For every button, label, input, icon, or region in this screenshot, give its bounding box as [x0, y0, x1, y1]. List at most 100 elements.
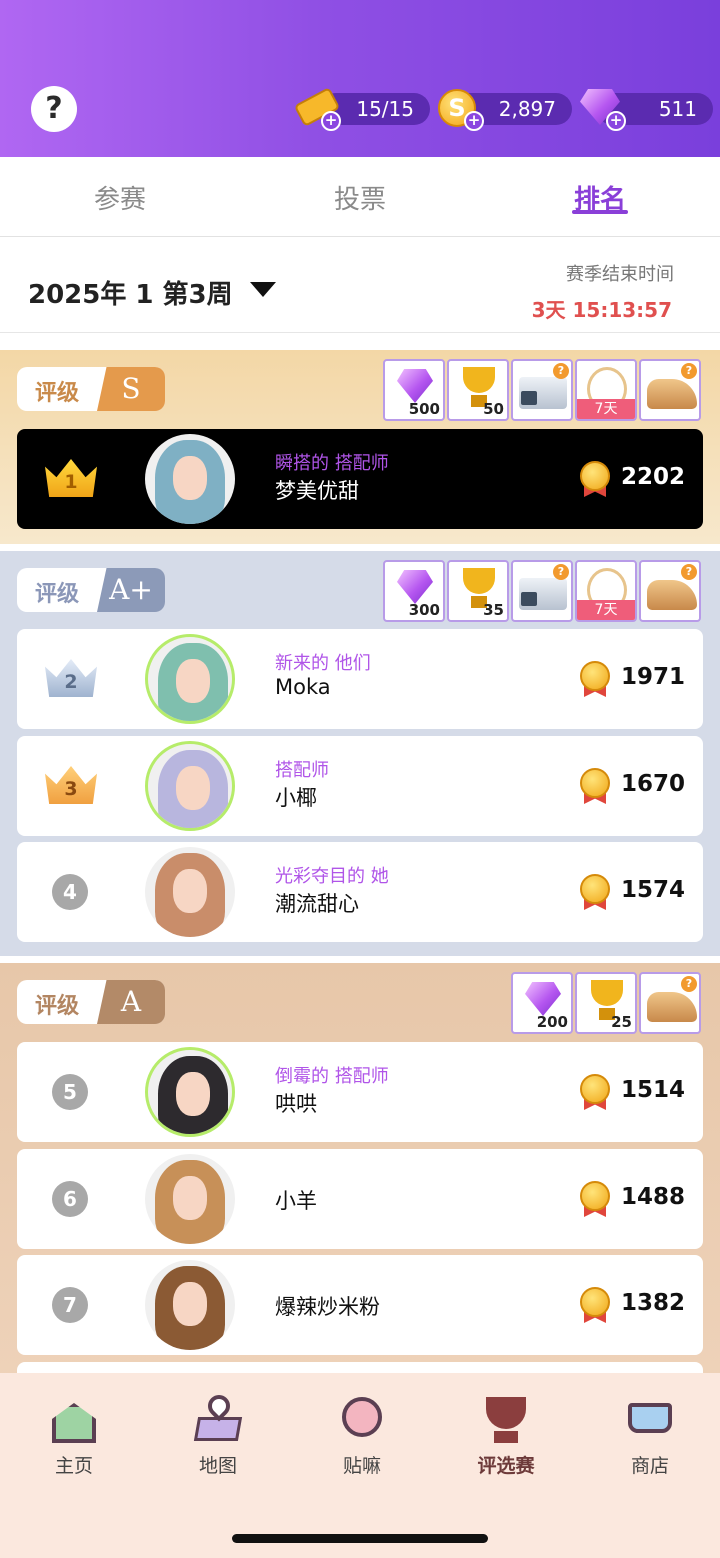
player-name: Moka — [275, 675, 331, 699]
nav-sticker[interactable]: 贴嘛 — [307, 1393, 417, 1478]
avatar-face — [176, 1072, 210, 1116]
season-end-label: 赛季结束时间 — [566, 264, 674, 285]
reward-gem[interactable]: 300 — [383, 560, 445, 622]
player-score: 1971 — [621, 664, 686, 690]
player-title: 瞬搭的 搭配师 — [275, 453, 389, 474]
week-dropdown[interactable]: 2025年 1 第3周 — [28, 274, 233, 311]
home-indicator[interactable] — [232, 1534, 488, 1543]
nav-label: 贴嘛 — [342, 1455, 381, 1477]
add-ticket-icon[interactable]: + — [321, 111, 341, 131]
grade-label: 评级 — [35, 582, 80, 607]
silver-crown-icon: 2 — [45, 659, 97, 699]
rank-number: 4 — [52, 874, 88, 910]
coin-icon[interactable]: S + — [436, 85, 484, 131]
tab-enter[interactable]: 参赛 — [60, 179, 180, 216]
leaderboard-row[interactable]: 1 瞬搭的 搭配师 梦美优甜 2202 — [17, 429, 703, 529]
medal-icon — [578, 1074, 612, 1110]
avatar[interactable] — [145, 1154, 235, 1244]
reward-shoe[interactable]: ? — [639, 560, 701, 622]
bottom-nav: 主页 地图 贴嘛 评选赛 商店 — [0, 1373, 720, 1558]
grade-badge: 评级 A — [17, 980, 165, 1024]
player-name: 哄哄 — [275, 1092, 317, 1116]
reward-row: 300 35 ? 7天 ? — [383, 560, 703, 622]
reward-amount: 200 — [536, 1013, 568, 1031]
leaderboard-row[interactable]: 7 爆辣炒米粉 1382 — [17, 1255, 703, 1355]
nav-shop[interactable]: 商店 — [595, 1393, 705, 1478]
medal-icon — [578, 661, 612, 697]
grade-letter: A+ — [97, 568, 165, 612]
week-selector-row: 2025年 1 第3周 赛季结束时间 3天 15:13:57 — [0, 238, 720, 333]
reward-makeup-set[interactable]: ? — [511, 560, 573, 622]
gem-icon[interactable]: + — [578, 85, 626, 131]
rank-number: 6 — [52, 1181, 88, 1217]
avatar-face — [173, 1282, 207, 1326]
nav-map[interactable]: 地图 — [163, 1390, 273, 1478]
bronze-crown-icon: 3 — [45, 766, 97, 806]
avatar[interactable] — [145, 1260, 235, 1350]
rank-number: 3 — [64, 778, 78, 800]
avatar[interactable] — [145, 847, 235, 937]
reward-gem[interactable]: 200 — [511, 972, 573, 1034]
grade-badge: 评级 A+ — [17, 568, 165, 612]
leaderboard-row[interactable]: 6 小羊 1488 — [17, 1149, 703, 1249]
avatar-face — [173, 456, 207, 500]
reward-trophy[interactable]: 50 — [447, 359, 509, 421]
nav-home[interactable]: 主页 — [19, 1393, 129, 1478]
avatar-face — [173, 1176, 207, 1220]
season-countdown: 3天 15:13:57 — [531, 298, 672, 322]
nav-contest[interactable]: 评选赛 — [451, 1393, 561, 1478]
leaderboard-row[interactable]: 3 搭配师 小椰 1670 — [17, 736, 703, 836]
reward-trophy[interactable]: 35 — [447, 560, 509, 622]
reward-shoe[interactable]: ? — [639, 359, 701, 421]
add-coin-icon[interactable]: + — [464, 111, 484, 131]
rank-number: 2 — [64, 671, 78, 693]
reward-amount: 50 — [483, 400, 504, 418]
grade-badge: 评级 S — [17, 367, 165, 411]
leaderboard-row[interactable]: 5 倒霉的 搭配师 哄哄 1514 — [17, 1042, 703, 1142]
ticket-icon[interactable]: + — [293, 85, 341, 131]
avatar[interactable] — [145, 634, 235, 724]
sticker-icon — [342, 1397, 382, 1437]
player-name: 小椰 — [275, 786, 317, 810]
player-score: 2202 — [621, 464, 686, 490]
question-badge-icon: ? — [553, 564, 569, 580]
avatar[interactable] — [145, 434, 235, 524]
nav-label: 地图 — [198, 1455, 237, 1477]
reward-makeup-set[interactable]: ? — [511, 359, 573, 421]
gem-icon — [525, 982, 561, 1016]
reward-necklace[interactable]: 7天 — [575, 359, 637, 421]
player-title: 搭配师 — [275, 760, 329, 781]
avatar[interactable] — [145, 741, 235, 831]
shoe-icon — [647, 992, 697, 1022]
top-bar: ? 15/15 + 2,897 S + 511 + — [0, 0, 720, 157]
question-badge-icon: ? — [681, 976, 697, 992]
leaderboard-row[interactable]: 4 光彩夺目的 她 潮流甜心 1574 — [17, 842, 703, 942]
reward-row: 500 50 ? 7天 ? — [383, 359, 703, 421]
tab-vote[interactable]: 投票 — [300, 179, 420, 216]
gem-icon — [397, 369, 433, 403]
player-name: 潮流甜心 — [275, 892, 359, 916]
avatar[interactable] — [145, 1047, 235, 1137]
leaderboard-row[interactable]: 2 新来的 他们 Moka 1971 — [17, 629, 703, 729]
reward-gem[interactable]: 500 — [383, 359, 445, 421]
help-button[interactable]: ? — [31, 86, 77, 132]
tier-a-section: 评级 A 200 25 ? 5 倒霉的 搭配师 哄哄 1514 6 小羊 148… — [0, 963, 720, 1392]
reward-trophy[interactable]: 25 — [575, 972, 637, 1034]
player-title: 新来的 他们 — [275, 653, 371, 674]
tier-a-plus-section: 评级 A+ 300 35 ? 7天 ? 2 新来的 他们 Moka 1971 3… — [0, 551, 720, 956]
player-name: 爆辣炒米粉 — [275, 1295, 380, 1319]
reward-necklace[interactable]: 7天 — [575, 560, 637, 622]
rank-number: 5 — [52, 1074, 88, 1110]
reward-amount: 35 — [483, 601, 504, 619]
cart-icon — [628, 1403, 672, 1433]
caret-down-icon[interactable] — [250, 282, 276, 297]
gold-crown-icon: 1 — [45, 459, 97, 499]
medal-icon — [578, 1181, 612, 1217]
player-name: 梦美优甜 — [275, 479, 359, 503]
reward-row: 200 25 ? — [511, 972, 703, 1034]
reward-shoe[interactable]: ? — [639, 972, 701, 1034]
trophy-icon — [463, 367, 495, 393]
player-score: 1514 — [621, 1077, 686, 1103]
nav-label: 评选赛 — [477, 1455, 535, 1477]
add-gem-icon[interactable]: + — [606, 111, 626, 131]
